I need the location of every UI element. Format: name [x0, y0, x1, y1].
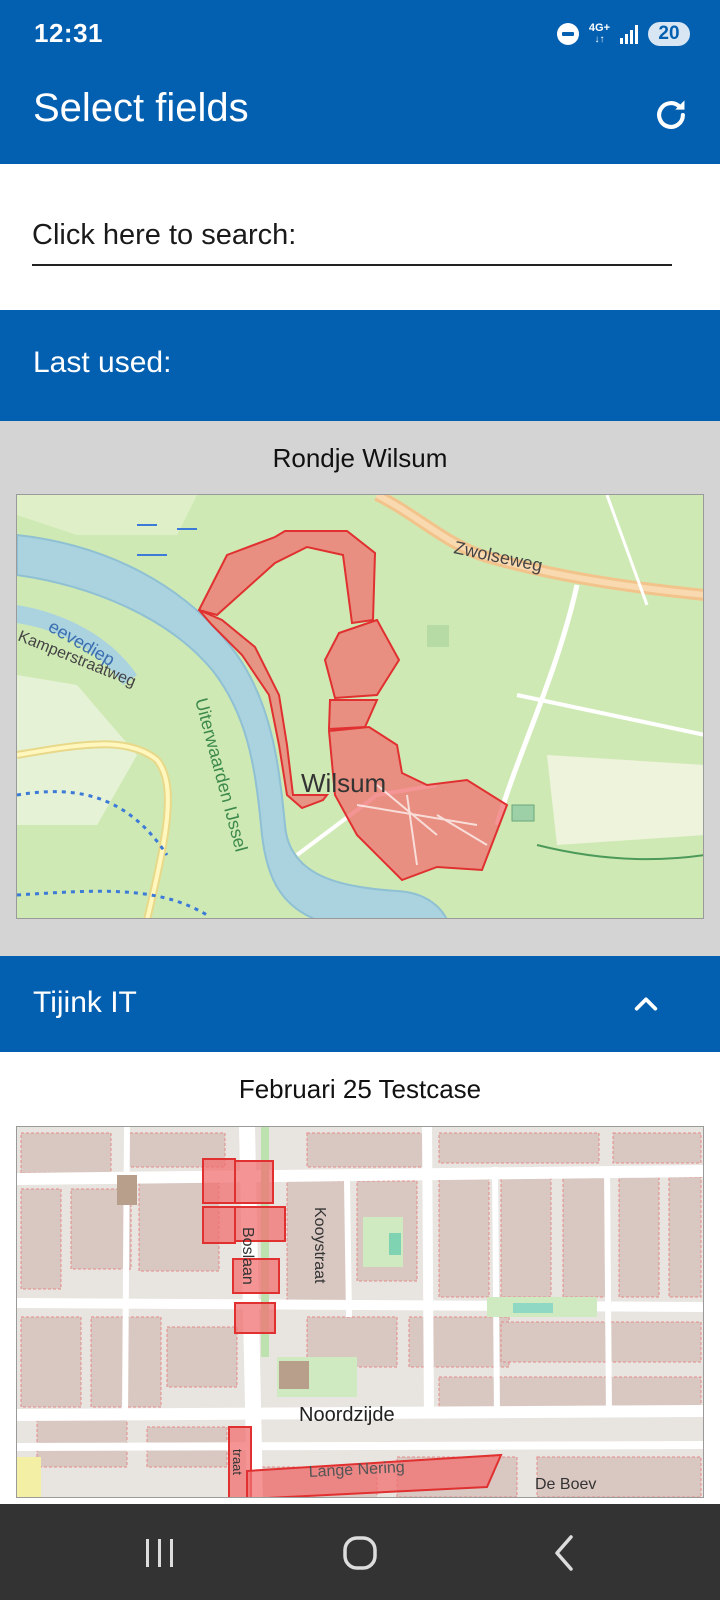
search-input[interactable]: [32, 214, 672, 266]
status-time: 12:31: [34, 18, 103, 48]
home-icon: [343, 1536, 377, 1570]
group-label: Tijink IT: [33, 986, 137, 1019]
last-used-label: Last used:: [33, 346, 172, 379]
battery-icon: 20: [648, 22, 690, 46]
last-used-header: Last used:: [0, 310, 720, 421]
signal-icon: [620, 24, 638, 44]
map-label-street-6: traat: [230, 1449, 245, 1475]
status-bar: 12:31 4G+ ↓↑ 20: [0, 0, 720, 68]
recents-button[interactable]: [130, 1530, 190, 1576]
map-testcase: Noordzijde Lange Nering Boslaan Kooystra…: [17, 1127, 703, 1497]
search-area: [0, 164, 720, 310]
page-title: Select fields: [33, 86, 249, 130]
chevron-up-icon[interactable]: [632, 990, 660, 1018]
network-type-icon: 4G+ ↓↑: [588, 22, 610, 46]
system-nav-bar: [0, 1504, 720, 1600]
group-header-tijink-it[interactable]: Tijink IT: [0, 956, 720, 1052]
field-card-title: Februari 25 Testcase: [238, 1074, 482, 1104]
field-map-preview[interactable]: Noordzijde Lange Nering Boslaan Kooystra…: [16, 1126, 704, 1498]
home-button[interactable]: [330, 1530, 390, 1576]
map-wilsum: Zwolseweg Wilsum eevediep Kamperstraatwe…: [17, 495, 703, 918]
map-label-street-1: Noordzijde: [299, 1404, 395, 1426]
app-bar: Select fields: [0, 68, 720, 164]
back-icon: [555, 1535, 573, 1571]
map-label-street-5: De Boev: [535, 1476, 596, 1493]
field-card-rondje-wilsum[interactable]: Rondje Wilsum Zwolseweg Wilsum eevediep …: [0, 421, 720, 956]
back-button[interactable]: [534, 1530, 594, 1576]
map-label-street-4: Kooystraat: [311, 1207, 328, 1284]
refresh-icon: [657, 100, 685, 129]
field-card-title: Rondje Wilsum: [272, 443, 448, 473]
field-map-preview[interactable]: Zwolseweg Wilsum eevediep Kamperstraatwe…: [16, 494, 704, 919]
refresh-button[interactable]: [646, 90, 696, 140]
status-icons: 4G+ ↓↑ 20: [556, 20, 690, 48]
map-label-town: Wilsum: [301, 768, 386, 798]
recents-icon: [146, 1539, 173, 1567]
field-card-februari-25-testcase[interactable]: Februari 25 Testcase Noordzijde Lange Ne…: [0, 1052, 720, 1498]
map-label-street-3: Boslaan: [239, 1227, 256, 1285]
do-not-disturb-icon: [556, 23, 579, 45]
